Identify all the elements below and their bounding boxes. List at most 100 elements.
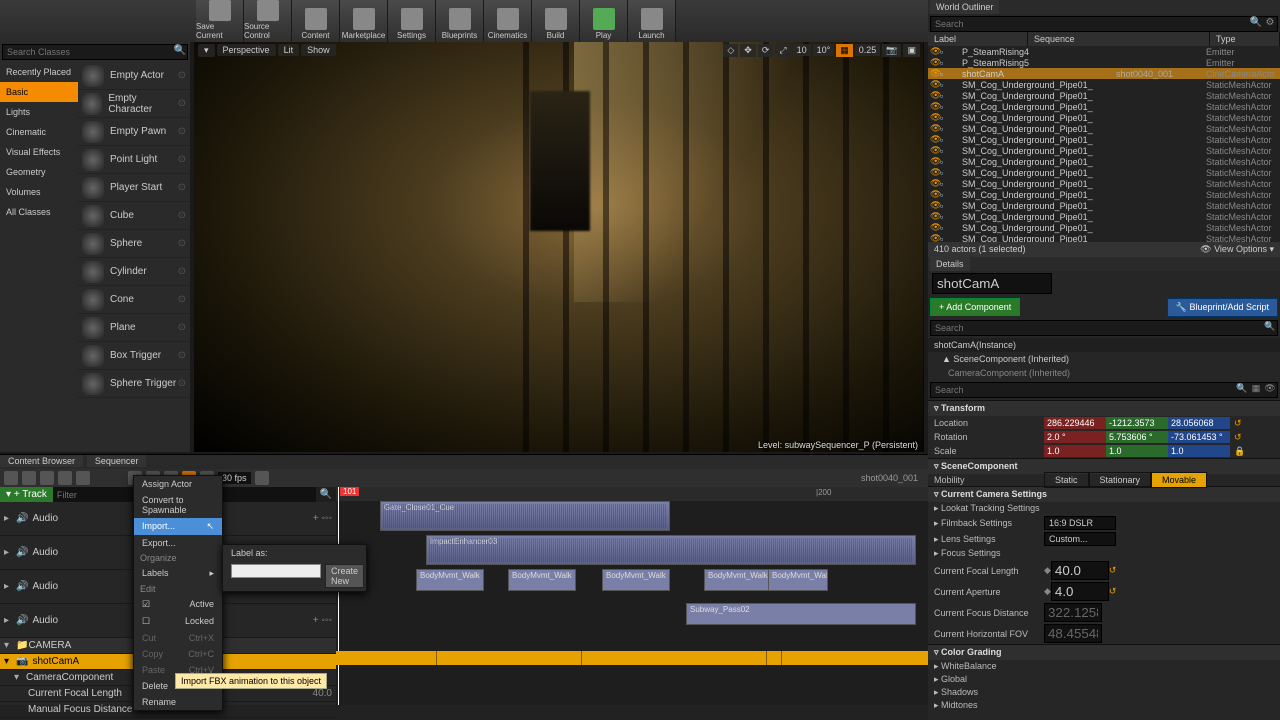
visibility-icon[interactable]: 👁: [930, 189, 940, 200]
pin-icon[interactable]: ⊙: [178, 182, 186, 193]
outliner-row[interactable]: 👁▫SM_Cog_Underground_Pipe01_StaticMeshAc…: [928, 178, 1280, 189]
label-filmback[interactable]: ▸ Filmback Settings: [934, 518, 1044, 529]
visibility-icon[interactable]: 👁: [930, 167, 940, 178]
add-track-button[interactable]: ▾ + Track: [0, 487, 53, 502]
visibility-icon[interactable]: 👁: [930, 112, 940, 123]
content-button[interactable]: Content: [292, 0, 340, 42]
gizmo-move-icon[interactable]: ✥: [740, 44, 756, 57]
outliner-row[interactable]: 👁▫SM_Cog_Underground_Pipe01_StaticMeshAc…: [928, 112, 1280, 123]
clip-impactenhancer03[interactable]: ImpactEnhancer03: [426, 535, 916, 565]
gizmo-scale-icon[interactable]: ⤢: [775, 44, 790, 57]
actor-point-light[interactable]: Point Light⊙: [78, 146, 190, 174]
label-wb[interactable]: ▸ WhiteBalance: [934, 661, 1044, 672]
section-grading[interactable]: ▿ Color Grading: [928, 644, 1280, 660]
blueprints-button[interactable]: Blueprints: [436, 0, 484, 42]
scale-vector[interactable]: 1.01.01.0: [1044, 445, 1230, 457]
outliner-row[interactable]: 👁▫SM_Cog_Underground_Pipe01_StaticMeshAc…: [928, 211, 1280, 222]
outliner-row[interactable]: 👁▫SM_Cog_Underground_Pipe01_StaticMeshAc…: [928, 167, 1280, 178]
sequencer-tab[interactable]: Sequencer: [87, 455, 147, 467]
vp-perspective[interactable]: Perspective: [217, 44, 276, 56]
market-button[interactable]: Marketplace: [340, 0, 388, 42]
visibility-icon[interactable]: 👁: [930, 222, 940, 233]
clip-bodymvmt-walk[interactable]: BodyMvmt_Walk: [508, 569, 576, 591]
category-geometry[interactable]: Geometry: [0, 162, 78, 182]
clip-subway-pass02[interactable]: Subway_Pass02: [686, 603, 916, 625]
ctx-rename[interactable]: Rename: [134, 694, 222, 710]
content-browser-tab[interactable]: Content Browser: [0, 455, 83, 467]
speaker-icon[interactable]: 🔊: [16, 581, 28, 592]
reset-icon[interactable]: ↺: [1109, 565, 1117, 576]
col-sequence[interactable]: Sequence: [1028, 32, 1210, 46]
outliner-list[interactable]: 👁▫P_SteamRising4Emitter👁▫P_SteamRising5E…: [928, 46, 1280, 242]
section-camera[interactable]: ▿ Current Camera Settings: [928, 486, 1280, 502]
lens-combo[interactable]: Custom...: [1044, 532, 1116, 546]
pin-icon[interactable]: ⊙: [178, 266, 186, 277]
visibility-icon[interactable]: 👁: [930, 57, 940, 68]
outliner-row[interactable]: 👁▫P_SteamRising4Emitter: [928, 46, 1280, 57]
category-lights[interactable]: Lights: [0, 102, 78, 122]
label-lens[interactable]: ▸ Lens Settings: [934, 534, 1044, 545]
ctx-locked[interactable]: Locked: [134, 613, 222, 630]
search-classes[interactable]: 🔍: [2, 44, 188, 60]
speaker-icon[interactable]: 🔊: [16, 615, 28, 626]
outliner-row[interactable]: 👁▫SM_Cog_Underground_Pipe01_StaticMeshAc…: [928, 145, 1280, 156]
blueprint-edit-button[interactable]: 🔧 Blueprint/Add Script: [1167, 298, 1278, 317]
ctx-export[interactable]: Export...: [134, 535, 222, 551]
vp-show[interactable]: Show: [301, 44, 336, 56]
clip-bodymvmt-walk[interactable]: BodyMvmt_Walk: [602, 569, 670, 591]
property-matrix-icon[interactable]: ▦: [1249, 383, 1263, 397]
label-midtones[interactable]: ▸ Midtones: [934, 700, 1044, 711]
save-button[interactable]: Save Current: [196, 0, 244, 42]
reset-icon[interactable]: ↺: [1234, 418, 1242, 429]
lock-icon[interactable]: 🔒: [1234, 446, 1245, 457]
actor-plane[interactable]: Plane⊙: [78, 314, 190, 342]
maximize-icon[interactable]: ▣: [903, 44, 920, 57]
level-viewport[interactable]: ▾ Perspective Lit Show ◇ ✥ ⟳ ⤢ 10 10° ▦ …: [194, 42, 924, 452]
visibility-icon[interactable]: 👁: [930, 200, 940, 211]
camera-cut-strip[interactable]: [336, 651, 928, 665]
create-new-button[interactable]: Create New: [325, 564, 364, 588]
reset-icon[interactable]: ↺: [1234, 432, 1242, 443]
aperture-input[interactable]: [1051, 582, 1109, 601]
pin-icon[interactable]: ⊙: [178, 98, 186, 109]
source-button[interactable]: Source Control: [244, 0, 292, 42]
ctx-import[interactable]: Import...↖: [134, 518, 222, 535]
outliner-search[interactable]: [931, 17, 1249, 31]
timeline[interactable]: |200|300 Gate_Close01_CueImpactEnhancer0…: [336, 487, 928, 705]
outliner-row[interactable]: 👁▫SM_Cog_Underground_Pipe01_StaticMeshAc…: [928, 90, 1280, 101]
details-search[interactable]: [931, 383, 1235, 397]
details-tab[interactable]: Details: [930, 257, 970, 271]
visibility-icon[interactable]: 👁: [930, 178, 940, 189]
pin-icon[interactable]: ⊙: [178, 238, 186, 249]
actor-empty-pawn[interactable]: Empty Pawn⊙: [78, 118, 190, 146]
outliner-row[interactable]: 👁▫SM_Cog_Underground_Pipe01_StaticMeshAc…: [928, 134, 1280, 145]
outliner-row[interactable]: 👁▫shotCamAshot0040_001CineCameraActo: [928, 68, 1280, 79]
vp-menu-icon[interactable]: ▾: [198, 44, 215, 57]
pin-icon[interactable]: ⊙: [178, 126, 186, 137]
outliner-row[interactable]: 👁▫P_SteamRising5Emitter: [928, 57, 1280, 68]
category-basic[interactable]: Basic: [0, 82, 78, 102]
actor-sphere-trigger[interactable]: Sphere Trigger⊙: [78, 370, 190, 398]
playhead[interactable]: [338, 487, 339, 705]
world-outliner-tab[interactable]: World Outliner: [930, 0, 999, 14]
speaker-icon[interactable]: 🔊: [16, 513, 28, 524]
actor-empty-character[interactable]: Empty Character⊙: [78, 90, 190, 118]
label-lookat[interactable]: ▸ Lookat Tracking Settings: [934, 503, 1044, 514]
outliner-row[interactable]: 👁▫SM_Cog_Underground_Pipe01_StaticMeshAc…: [928, 233, 1280, 242]
category-cinematic[interactable]: Cinematic: [0, 122, 78, 142]
comp-scene[interactable]: ▲ SceneComponent (Inherited): [928, 352, 1280, 366]
snap-grid[interactable]: 10: [793, 44, 811, 56]
visibility-icon[interactable]: 👁: [930, 68, 940, 79]
visibility-icon[interactable]: 👁: [930, 46, 940, 57]
camera-speed-icon[interactable]: 📷: [882, 44, 901, 57]
time-ruler[interactable]: |200|300: [336, 487, 928, 501]
comp-camera[interactable]: CameraComponent (Inherited): [928, 366, 1280, 380]
outliner-row[interactable]: 👁▫SM_Cog_Underground_Pipe01_StaticMeshAc…: [928, 79, 1280, 90]
launch-button[interactable]: Launch: [628, 0, 676, 42]
actor-player-start[interactable]: Player Start⊙: [78, 174, 190, 202]
actor-empty-actor[interactable]: Empty Actor⊙: [78, 62, 190, 90]
pin-icon[interactable]: ⊙: [178, 322, 186, 333]
snap-scale-toggle-icon[interactable]: ▦: [836, 44, 853, 57]
visibility-icon[interactable]: 👁: [930, 211, 940, 222]
play-button[interactable]: Play: [580, 0, 628, 42]
